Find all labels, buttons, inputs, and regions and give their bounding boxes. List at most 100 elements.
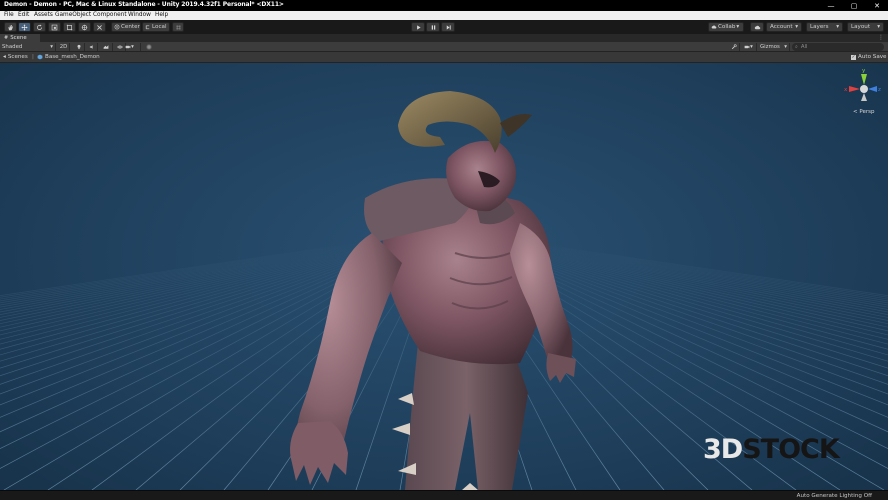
- lightbulb-icon: [77, 44, 80, 50]
- menu-file[interactable]: File: [4, 12, 14, 18]
- account-label: Account: [770, 24, 793, 30]
- grid-icon: [146, 44, 152, 50]
- collab-label: Collab: [718, 24, 736, 30]
- transform-tool-button[interactable]: [78, 22, 91, 32]
- 2d-mode-toggle[interactable]: 2D: [58, 43, 70, 51]
- rotate-tool-button[interactable]: [33, 22, 46, 32]
- step-icon: [446, 24, 451, 30]
- more-options-icon[interactable]: ⋮: [878, 34, 884, 41]
- scene-audio-toggle[interactable]: [86, 43, 98, 51]
- cloud-icon: [711, 25, 717, 29]
- collab-dropdown[interactable]: Collab ▾: [708, 22, 744, 32]
- pause-button[interactable]: [426, 22, 440, 32]
- window-titlebar: Demon - Demon - PC, Mac & Linux Standalo…: [0, 0, 888, 11]
- gizmos-dropdown[interactable]: Gizmos ▾: [758, 43, 790, 51]
- move-tool-button[interactable]: [18, 22, 31, 32]
- search-icon: ⌕: [795, 44, 798, 50]
- back-arrow-icon: ◂: [3, 54, 6, 60]
- scene-camera-settings[interactable]: ▾: [741, 43, 757, 51]
- pivot-mode-toggle[interactable]: Center: [111, 22, 141, 32]
- gizmos-label: Gizmos: [760, 44, 780, 50]
- move-icon: [21, 23, 28, 31]
- tools-icon: [97, 24, 102, 30]
- window-title: Demon - Demon - PC, Mac & Linux Standalo…: [4, 1, 284, 8]
- breadcrumb-root-label: Scenes: [7, 54, 28, 60]
- local-space-icon: [145, 25, 150, 30]
- cloud-services-button[interactable]: [750, 22, 764, 32]
- speaker-icon: [89, 45, 93, 49]
- menu-help[interactable]: Help: [155, 12, 168, 18]
- rect-tool-button[interactable]: [63, 22, 76, 32]
- pivot-rotation-toggle[interactable]: Local: [142, 22, 170, 32]
- play-button[interactable]: [411, 22, 425, 32]
- scene-effects-dropdown[interactable]: [99, 43, 113, 51]
- scene-search-input[interactable]: ⌕ All: [792, 43, 884, 51]
- shading-mode-dropdown[interactable]: Shaded ▾: [0, 43, 56, 51]
- breadcrumb-scenes[interactable]: ◂ Scenes: [3, 54, 28, 60]
- layers-label: Layers: [810, 24, 829, 30]
- demon-model[interactable]: [0, 63, 888, 490]
- gizmo-perspective-label[interactable]: < Persp: [853, 109, 875, 115]
- chevron-down-icon: ▾: [750, 44, 753, 50]
- wrench-icon: [731, 44, 737, 50]
- chevron-down-icon: ▾: [131, 44, 134, 50]
- auto-save-label: Auto Save: [858, 54, 887, 60]
- gizmo-axis-x: x: [844, 87, 848, 93]
- layout-dropdown[interactable]: Layout ▾: [847, 22, 884, 32]
- menu-component[interactable]: Component: [93, 12, 127, 18]
- step-button[interactable]: [441, 22, 455, 32]
- hand-tool-button[interactable]: [4, 22, 17, 32]
- chevron-down-icon: ▾: [736, 24, 740, 30]
- scene-lighting-toggle[interactable]: [73, 43, 85, 51]
- scene-toolbar: Shaded ▾ 2D ▾ ▾ Gizmos ▾ ⌕ All: [0, 42, 888, 52]
- scene-viewport[interactable]: y x z < Persp: [0, 63, 888, 490]
- auto-save-checkbox[interactable]: ✓: [851, 54, 856, 60]
- gizmo-axis-z: z: [878, 87, 881, 93]
- shading-mode-label: Shaded: [2, 44, 23, 50]
- services-cloud-icon: [754, 25, 760, 29]
- breadcrumb-separator: |: [32, 54, 34, 60]
- tab-scene[interactable]: # Scene: [0, 34, 40, 42]
- rotate-icon: [37, 24, 42, 30]
- 2d-mode-label: 2D: [59, 44, 68, 50]
- pivot-mode-label: Center: [121, 24, 140, 30]
- chevron-down-icon: ▾: [877, 24, 880, 30]
- scale-tool-button[interactable]: [48, 22, 61, 32]
- menu-gameobject[interactable]: GameObject: [55, 12, 91, 18]
- prefab-icon: [37, 54, 43, 60]
- breadcrumb-current-object[interactable]: Base_mesh_Demon: [37, 54, 100, 60]
- menu-window[interactable]: Window: [128, 12, 151, 18]
- menu-bar: File Edit Assets GameObject Component Wi…: [0, 11, 888, 20]
- grid-snap-button[interactable]: [172, 22, 184, 32]
- menu-edit[interactable]: Edit: [18, 12, 29, 18]
- custom-tool-button[interactable]: [93, 22, 106, 32]
- tools-button[interactable]: [728, 43, 740, 51]
- hand-icon: [8, 24, 13, 30]
- gizmo-axis-y: y: [862, 68, 866, 74]
- menu-assets[interactable]: Assets: [34, 12, 53, 18]
- pivot-center-icon: [114, 24, 120, 30]
- scene-tab-bar: # Scene ⋮: [0, 34, 888, 42]
- minimize-button[interactable]: —: [820, 0, 842, 11]
- grid-toggle[interactable]: [144, 43, 154, 51]
- layers-dropdown[interactable]: Layers ▾: [806, 22, 843, 32]
- scene-tab-label: Scene: [10, 35, 27, 41]
- watermark-part2: STOCK: [742, 434, 840, 465]
- scene-camera-dropdown[interactable]: ▾: [119, 43, 141, 51]
- maximize-button[interactable]: ▢: [843, 0, 865, 11]
- auto-save-toggle[interactable]: ✓ Auto Save: [851, 54, 887, 60]
- scene-hash-icon: #: [4, 35, 9, 41]
- chevron-down-icon: ▾: [836, 24, 839, 30]
- search-placeholder: All: [800, 44, 808, 50]
- breadcrumb-object-label: Base_mesh_Demon: [45, 54, 100, 60]
- close-button[interactable]: ✕: [866, 0, 888, 11]
- layout-label: Layout: [851, 24, 871, 30]
- effects-icon: [103, 45, 108, 49]
- pause-icon: [431, 24, 435, 30]
- account-dropdown[interactable]: Account ▾: [766, 22, 802, 32]
- breadcrumb-bar: ◂ Scenes | Base_mesh_Demon ✓ Auto Save: [0, 52, 888, 63]
- orientation-gizmo[interactable]: y x z < Persp: [840, 65, 884, 117]
- chevron-down-icon: ▾: [50, 44, 53, 50]
- rect-transform-icon: [66, 24, 73, 30]
- grid-snap-icon: [175, 24, 181, 30]
